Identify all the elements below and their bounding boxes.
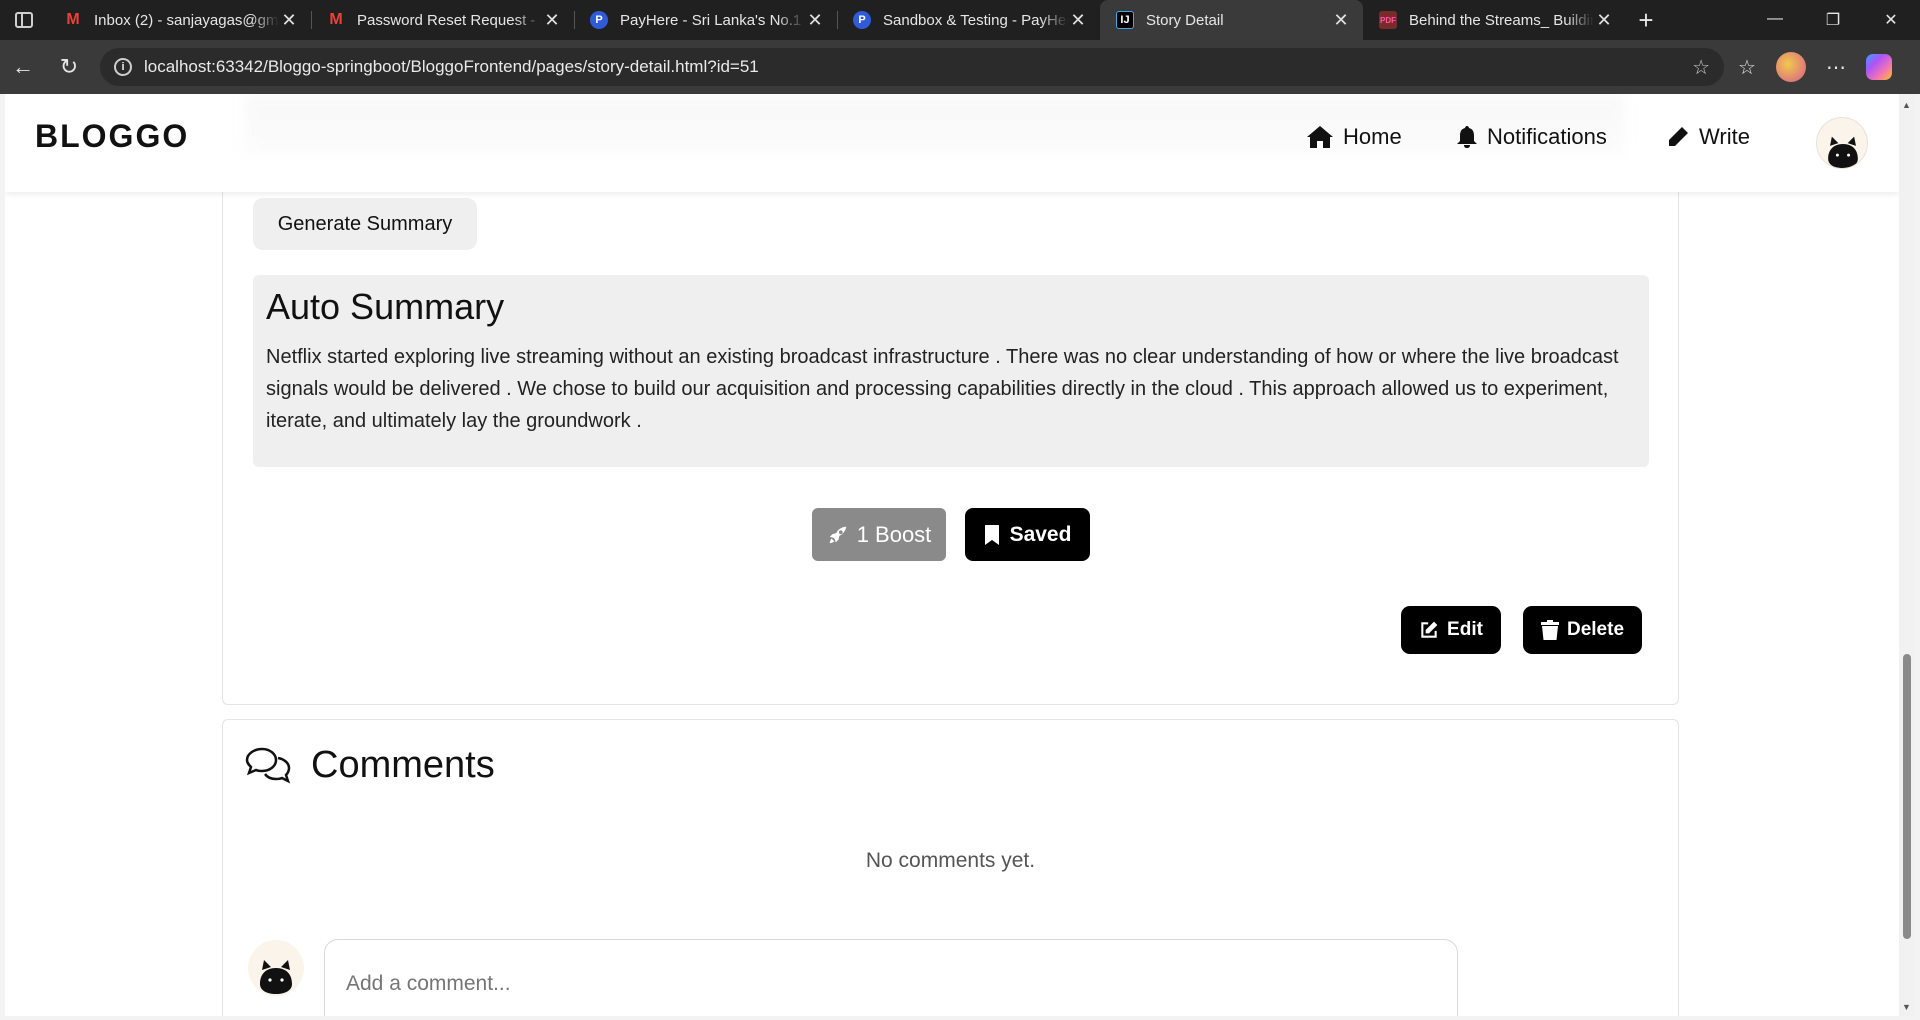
delete-button[interactable]: Delete xyxy=(1523,606,1642,654)
comments-title: Comments xyxy=(311,744,495,786)
pencil-icon xyxy=(1668,127,1688,147)
browser-tab[interactable]: P Sandbox & Testing - PayHere ✕ xyxy=(837,0,1100,40)
profile-avatar[interactable] xyxy=(1775,52,1806,82)
browser-tab[interactable]: P PayHere - Sri Lanka's No.1 Online ✕ xyxy=(574,0,837,40)
edit-icon xyxy=(1421,621,1438,638)
browser-address-bar: ← ↻ i localhost:63342/Bloggo-springboot/… xyxy=(0,40,1920,94)
scrollbar-thumb[interactable] xyxy=(1903,654,1911,939)
pdf-icon: PDF xyxy=(1379,11,1397,29)
payhere-icon: P xyxy=(590,11,608,29)
favorites-icon[interactable]: ☆ xyxy=(1738,55,1756,80)
tab-title: Behind the Streams_ Building xyxy=(1409,11,1594,29)
close-tab-icon[interactable]: ✕ xyxy=(1068,10,1088,31)
close-tab-icon[interactable]: ✕ xyxy=(805,10,825,31)
delete-label: Delete xyxy=(1566,619,1625,640)
comments-icon xyxy=(245,747,291,783)
bell-icon xyxy=(1457,126,1477,148)
edit-label: Edit xyxy=(1447,619,1483,640)
site-header: BLOGGO Home Notifications Write xyxy=(5,94,1899,192)
summary-text: Netflix started exploring live streaming… xyxy=(266,346,1619,432)
browser-tab[interactable]: PDF Behind the Streams_ Building ✕ xyxy=(1363,0,1626,40)
comment-input[interactable] xyxy=(324,939,1458,1016)
boost-button[interactable]: 1 Boost xyxy=(812,508,946,561)
saved-button[interactable]: Saved xyxy=(965,508,1090,561)
nav-home-label: Home xyxy=(1343,124,1402,149)
back-icon[interactable]: ← xyxy=(0,44,46,90)
url-text: localhost:63342/Bloggo-springboot/Bloggo… xyxy=(144,57,759,76)
bookmark-icon xyxy=(984,524,999,545)
more-menu-icon[interactable]: ⋯ xyxy=(1826,55,1846,80)
close-tab-icon[interactable]: ✕ xyxy=(542,10,562,31)
page-viewport: Generate Summary Auto Summary Netflix st… xyxy=(5,94,1899,1016)
auto-summary-box: Auto Summary Netflix started exploring l… xyxy=(253,275,1649,467)
copilot-icon[interactable] xyxy=(1865,54,1892,80)
edit-button[interactable]: Edit xyxy=(1401,606,1501,654)
tab-title: Inbox (2) - sanjayagas@gmail.com xyxy=(94,11,279,29)
no-comments-text: No comments yet. xyxy=(865,849,1036,872)
user-avatar[interactable] xyxy=(1816,117,1868,169)
gmail-icon: M xyxy=(329,11,343,28)
rocket-icon xyxy=(829,526,846,543)
boost-label: 1 Boost xyxy=(856,521,932,547)
generate-summary-button[interactable]: Generate Summary xyxy=(253,198,477,250)
payhere-icon: P xyxy=(853,11,871,29)
window-controls: — ❐ ✕ xyxy=(1746,10,1920,30)
favorite-star-icon[interactable]: ☆ xyxy=(1692,55,1710,80)
scroll-up-icon[interactable]: ▲ xyxy=(1902,100,1911,110)
commenter-avatar xyxy=(248,940,304,996)
tab-title: Password Reset Request - sanjaya xyxy=(357,11,542,29)
summary-title: Auto Summary xyxy=(266,286,505,327)
page-scrollbar[interactable]: ▲ ▼ xyxy=(1899,94,1915,1016)
nav-write[interactable]: Write xyxy=(1667,124,1750,150)
tab-title: PayHere - Sri Lanka's No.1 Online xyxy=(620,11,805,29)
close-window-icon[interactable]: ✕ xyxy=(1862,10,1920,30)
trash-icon xyxy=(1540,620,1559,640)
nav-write-label: Write xyxy=(1699,124,1750,149)
intellij-icon: IJ xyxy=(1116,11,1134,29)
reload-icon[interactable]: ↻ xyxy=(46,44,92,90)
new-tab-button[interactable]: + xyxy=(1626,5,1666,36)
sidebar-toggle-button[interactable] xyxy=(0,0,48,40)
browser-tab[interactable]: M Inbox (2) - sanjayagas@gmail.com ✕ xyxy=(48,0,311,40)
browser-tab[interactable]: M Password Reset Request - sanjaya ✕ xyxy=(311,0,574,40)
site-logo[interactable]: BLOGGO xyxy=(35,118,189,155)
tab-title: Story Detail xyxy=(1146,11,1224,29)
close-tab-icon[interactable]: ✕ xyxy=(1331,10,1351,31)
site-info-icon[interactable]: i xyxy=(114,58,132,76)
tab-title: Sandbox & Testing - PayHere xyxy=(883,11,1068,29)
browser-tab-active[interactable]: IJ Story Detail ✕ xyxy=(1100,0,1363,40)
nav-notifications[interactable]: Notifications xyxy=(1457,124,1607,150)
nav-home[interactable]: Home xyxy=(1307,124,1402,150)
minimize-icon[interactable]: — xyxy=(1746,10,1804,30)
sidebar-icon xyxy=(15,12,33,28)
browser-tab-bar: M Inbox (2) - sanjayagas@gmail.com ✕ M P… xyxy=(0,0,1920,40)
saved-label: Saved xyxy=(1009,522,1072,546)
gmail-icon: M xyxy=(66,11,80,28)
home-icon xyxy=(1307,126,1333,148)
nav-notifications-label: Notifications xyxy=(1487,124,1607,149)
restore-icon[interactable]: ❐ xyxy=(1804,10,1862,30)
close-tab-icon[interactable]: ✕ xyxy=(279,10,299,31)
close-tab-icon[interactable]: ✕ xyxy=(1594,10,1614,31)
url-field[interactable]: i localhost:63342/Bloggo-springboot/Blog… xyxy=(100,48,1724,86)
scroll-down-icon[interactable]: ▼ xyxy=(1902,1002,1911,1012)
